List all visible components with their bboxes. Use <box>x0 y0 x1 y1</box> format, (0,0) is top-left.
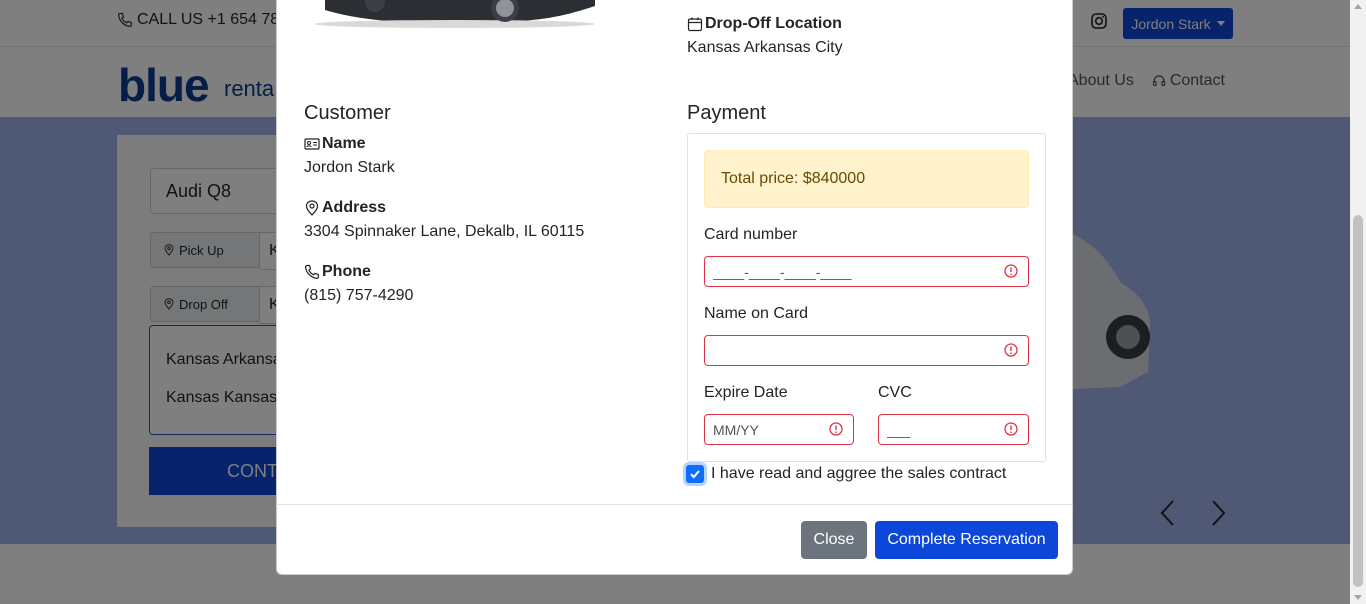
error-icon <box>1004 422 1018 436</box>
complete-reservation-button[interactable]: Complete Reservation <box>875 521 1058 559</box>
agree-label[interactable]: I have read and aggree the sales contrac… <box>711 465 1006 483</box>
error-icon <box>1004 264 1018 278</box>
dropoff-location-title: Drop-Off Location <box>687 15 842 33</box>
customer-phone-label: Phone <box>322 263 371 280</box>
dropoff-location-value: Kansas Arkansas City <box>687 39 843 56</box>
cvc-label: CVC <box>878 384 912 401</box>
id-card-icon <box>304 138 320 150</box>
error-icon <box>1004 343 1018 357</box>
total-price: Total price: $840000 <box>721 170 866 187</box>
customer-name-title: Name <box>304 135 366 153</box>
customer-phone-value: (815) 757-4290 <box>304 287 414 304</box>
dropoff-location-label: Drop-Off Location <box>705 15 842 32</box>
scrollbar-thumb[interactable] <box>1353 215 1363 587</box>
customer-phone-title: Phone <box>304 263 371 281</box>
scroll-down-icon[interactable] <box>1354 595 1362 600</box>
card-number-label: Card number <box>704 226 798 243</box>
agree-checkbox[interactable] <box>686 465 704 483</box>
error-icon <box>829 422 843 436</box>
customer-heading: Customer <box>304 102 391 124</box>
customer-address-title: Address <box>304 199 386 217</box>
card-number-input[interactable] <box>704 256 1029 287</box>
total-price-alert: Total price: $840000 <box>704 150 1029 208</box>
close-button[interactable]: Close <box>801 521 867 559</box>
phone-icon <box>304 264 319 280</box>
expire-date-label: Expire Date <box>704 384 788 401</box>
scroll-up-icon[interactable] <box>1354 4 1362 9</box>
customer-address-value: 3304 Spinnaker Lane, Dekalb, IL 60115 <box>304 223 585 240</box>
name-on-card-label: Name on Card <box>704 305 809 322</box>
location-pin-icon <box>305 200 319 216</box>
customer-address-label: Address <box>322 199 387 216</box>
name-on-card-input[interactable] <box>704 335 1029 366</box>
customer-name-value: Jordon Stark <box>304 159 395 176</box>
page-scrollbar[interactable] <box>1350 0 1366 604</box>
checkmark-icon <box>690 470 700 479</box>
calendar-icon <box>687 17 703 32</box>
modal-footer-divider <box>276 504 1073 505</box>
car-image <box>315 0 595 28</box>
customer-name-label: Name <box>322 135 366 152</box>
payment-heading: Payment <box>687 102 766 124</box>
